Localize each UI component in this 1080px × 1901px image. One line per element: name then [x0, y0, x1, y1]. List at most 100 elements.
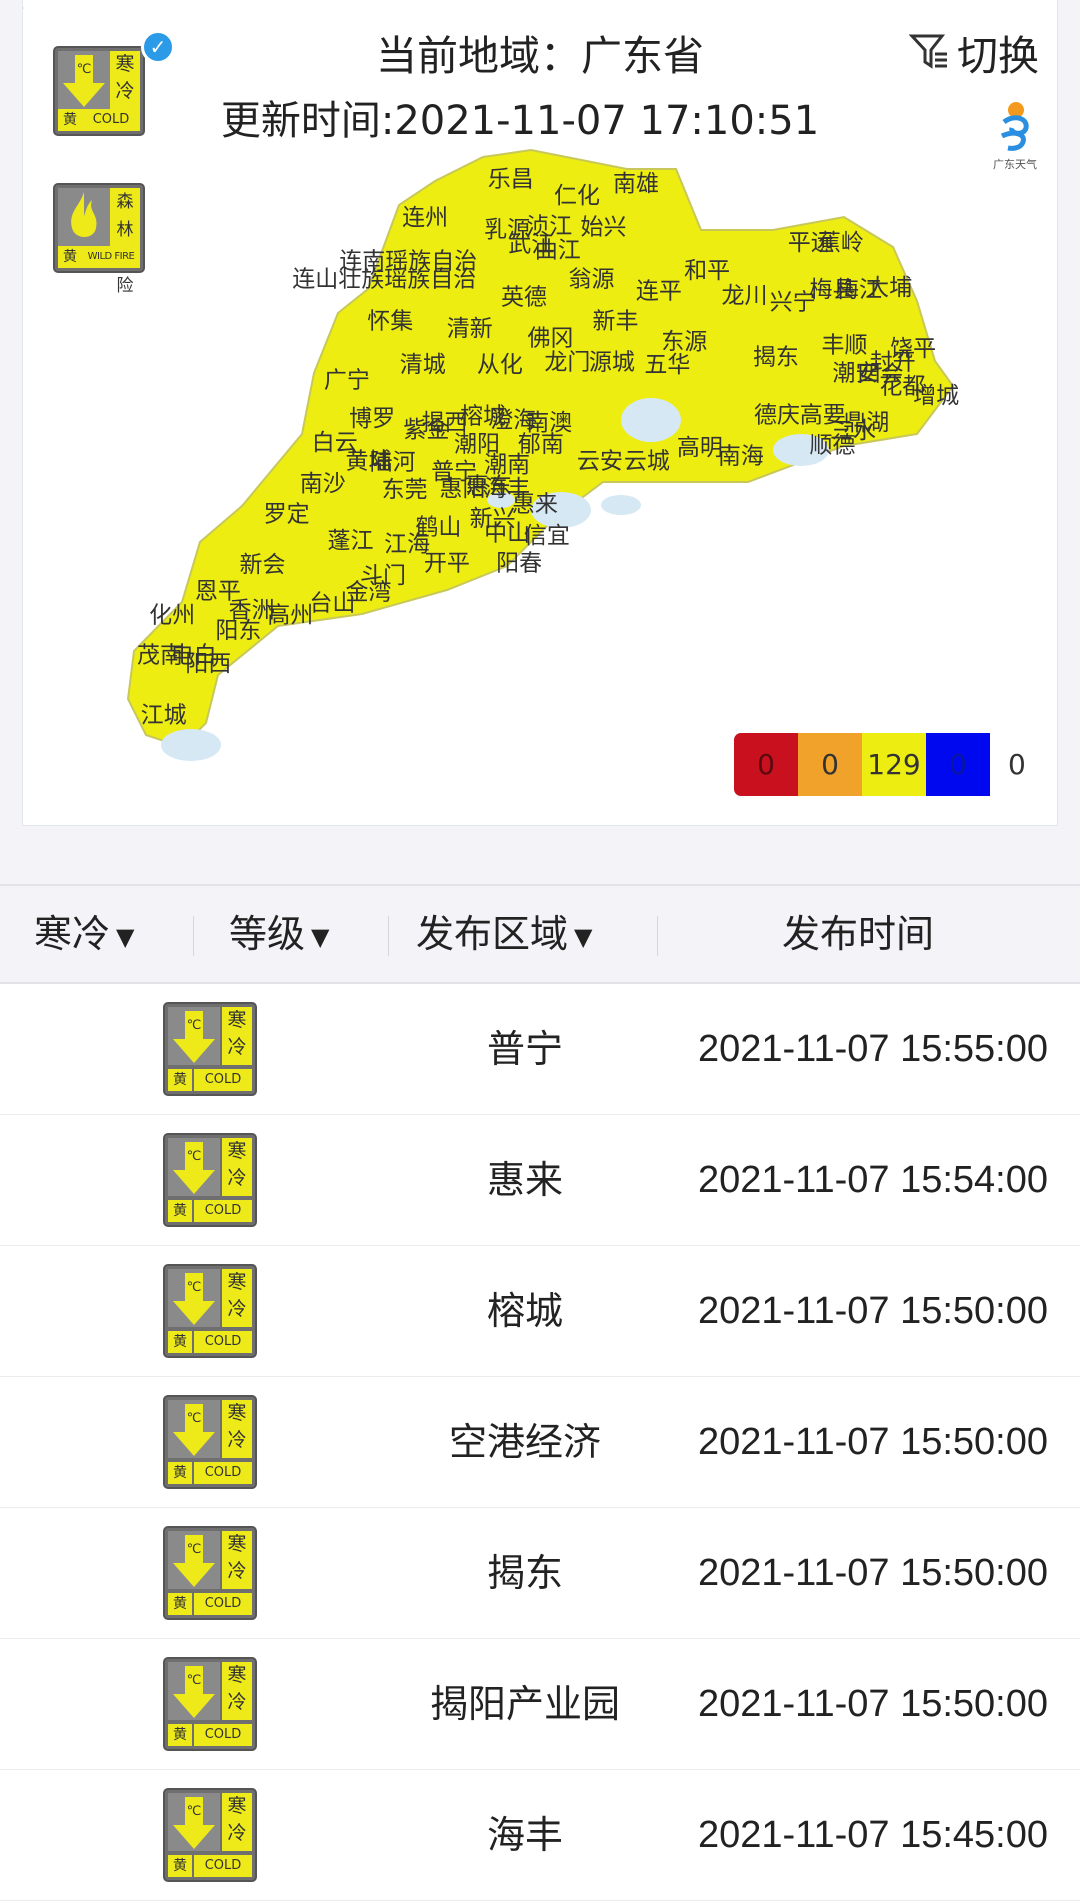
table-row[interactable]: ℃ 寒冷 黄 COLD 普宁 2021-11-07 15:55:00: [0, 984, 1080, 1115]
down-arrow-icon: ℃: [63, 55, 105, 107]
map-label[interactable]: 南海: [718, 443, 764, 469]
filter-type-dropdown[interactable]: 寒冷 ▼: [34, 886, 134, 982]
table-row[interactable]: ℃ 寒冷 黄 COLD 惠来 2021-11-07 15:54:00: [0, 1115, 1080, 1246]
map-label[interactable]: 新丰: [593, 309, 639, 335]
map-label[interactable]: 南雄: [613, 171, 659, 197]
map-label[interactable]: 揭东: [753, 345, 799, 371]
map-label[interactable]: 曲江: [535, 237, 581, 263]
cold-warning-icon[interactable]: ℃ 寒冷 黄 COLD: [53, 46, 145, 136]
warning-type: 森林火险: [110, 188, 140, 296]
map-label[interactable]: 从化: [477, 352, 523, 378]
map-label[interactable]: 蕉岭: [818, 230, 864, 256]
table-row[interactable]: ℃ 寒冷 黄 COLD 空港经济 2021-11-07 15:50:00: [0, 1377, 1080, 1508]
warning-type: 寒冷: [222, 1793, 252, 1851]
selected-check-icon: ✓: [141, 30, 175, 64]
region-name: 榕城: [486, 1289, 563, 1333]
table-row[interactable]: ℃ 寒冷 黄 COLD 揭阳产业园 2021-11-07 15:50:00: [0, 1639, 1080, 1770]
map-label[interactable]: 阳春: [496, 551, 542, 577]
map-label[interactable]: 顺德: [809, 433, 855, 459]
map-label[interactable]: 蓬江: [327, 528, 373, 554]
map-label[interactable]: 江城: [141, 703, 187, 729]
warning-level: 黄: [168, 1069, 192, 1091]
switch-button[interactable]: 切换: [909, 22, 1039, 82]
map-label[interactable]: 连州: [402, 205, 448, 231]
warning-label: COLD: [194, 1462, 252, 1484]
map-label[interactable]: 化州: [149, 603, 195, 629]
map-label[interactable]: 乐昌: [488, 166, 534, 192]
map-label[interactable]: 惠来: [512, 492, 558, 518]
warning-label: COLD: [194, 1855, 252, 1877]
warning-type: 寒冷: [222, 1007, 252, 1065]
map-label[interactable]: 英德: [501, 284, 547, 310]
header-time: 发布时间: [782, 912, 935, 956]
page-title: 当前地域：广东省: [376, 32, 704, 80]
map-label[interactable]: 始兴: [581, 215, 627, 241]
map-label[interactable]: 清新: [447, 316, 493, 342]
map-label[interactable]: 丰顺: [822, 333, 868, 359]
legend-blue-count[interactable]: 0: [926, 733, 990, 796]
warning-label: WILD FIRE: [82, 246, 140, 268]
map-label[interactable]: 德庆: [754, 403, 800, 429]
map-label[interactable]: 博罗: [349, 406, 395, 432]
cold-warning-icon: ℃ 寒冷 黄 COLD: [163, 1788, 257, 1882]
map-label[interactable]: 开平: [424, 551, 470, 577]
legend-none-count: 0: [1008, 748, 1026, 781]
map-label[interactable]: 五华: [644, 352, 690, 378]
map-label[interactable]: 广宁: [324, 368, 370, 394]
map-label[interactable]: 云安: [577, 448, 623, 474]
map-label[interactable]: 郁南: [518, 431, 564, 457]
map-label[interactable]: 云城: [624, 448, 670, 474]
svg-text:℃: ℃: [187, 1673, 202, 1688]
map-label[interactable]: 清城: [400, 352, 446, 378]
map-label[interactable]: 增城: [913, 383, 959, 409]
warning-level: 黄: [168, 1724, 192, 1746]
map-label[interactable]: 龙门: [544, 350, 590, 376]
logo-text: 广东天气: [993, 158, 1037, 171]
map-label[interactable]: 陆河: [370, 450, 416, 476]
publish-time: 2021-11-07 15:50:00: [697, 1421, 1048, 1463]
warning-level: 黄: [168, 1855, 192, 1877]
divider: [193, 916, 194, 956]
legend-red-count[interactable]: 0: [734, 733, 798, 796]
map-label[interactable]: 和平: [684, 258, 730, 284]
map-label[interactable]: 连山壮族瑶族自治: [292, 266, 476, 292]
water-area: [601, 495, 641, 515]
warning-label: COLD: [82, 109, 140, 131]
down-arrow-icon: ℃: [173, 1404, 215, 1456]
header-label: 寒冷: [34, 912, 111, 956]
map-label[interactable]: 仁化: [554, 183, 600, 209]
map-label[interactable]: 南沙: [300, 471, 346, 497]
map-label[interactable]: 罗定: [264, 501, 310, 527]
legend-yellow-count[interactable]: 129: [862, 733, 926, 796]
table-row[interactable]: ℃ 寒冷 黄 COLD 海丰 2021-11-07 15:45:00: [0, 1770, 1080, 1901]
warning-type: 寒冷: [222, 1662, 252, 1720]
wildfire-warning-icon[interactable]: 森林火险 黄 WILD FIRE: [53, 183, 145, 296]
map-label[interactable]: 连平: [636, 278, 682, 304]
map-label[interactable]: 高明: [677, 435, 723, 461]
warning-level: 黄: [168, 1331, 192, 1353]
map-label[interactable]: 龙川: [721, 283, 767, 309]
header-label: 发布区域: [416, 912, 569, 956]
map-label[interactable]: 源城: [589, 350, 635, 376]
map-label[interactable]: 新会: [239, 552, 285, 578]
map-label[interactable]: 阳东: [215, 618, 261, 644]
water-area: [621, 398, 681, 442]
legend-orange-count[interactable]: 0: [798, 733, 862, 796]
table-row[interactable]: ℃ 寒冷 黄 COLD 揭东 2021-11-07 15:50:00: [0, 1508, 1080, 1639]
map-label[interactable]: 阳西: [185, 651, 231, 677]
map-label[interactable]: 大埔: [866, 275, 912, 301]
table-row[interactable]: ℃ 寒冷 黄 COLD 榕城 2021-11-07 15:50:00: [0, 1246, 1080, 1377]
map-label[interactable]: 翁源: [568, 266, 614, 292]
map-label[interactable]: 怀集: [367, 309, 413, 335]
region-name: 普宁: [486, 1027, 563, 1071]
map-label[interactable]: 东莞: [382, 477, 428, 503]
map-label[interactable]: 金湾: [346, 580, 392, 606]
map-label[interactable]: 雷州: [23, 0, 24, 14]
warning-level: 黄: [168, 1462, 192, 1484]
map-label[interactable]: 高州: [267, 603, 313, 629]
filter-region-dropdown[interactable]: 发布区域 ▼: [416, 886, 592, 982]
svg-text:℃: ℃: [187, 1149, 202, 1164]
map-label[interactable]: 佛冈: [527, 325, 573, 351]
map-label[interactable]: 信宜: [524, 523, 570, 549]
filter-level-dropdown[interactable]: 等级 ▼: [229, 886, 329, 982]
